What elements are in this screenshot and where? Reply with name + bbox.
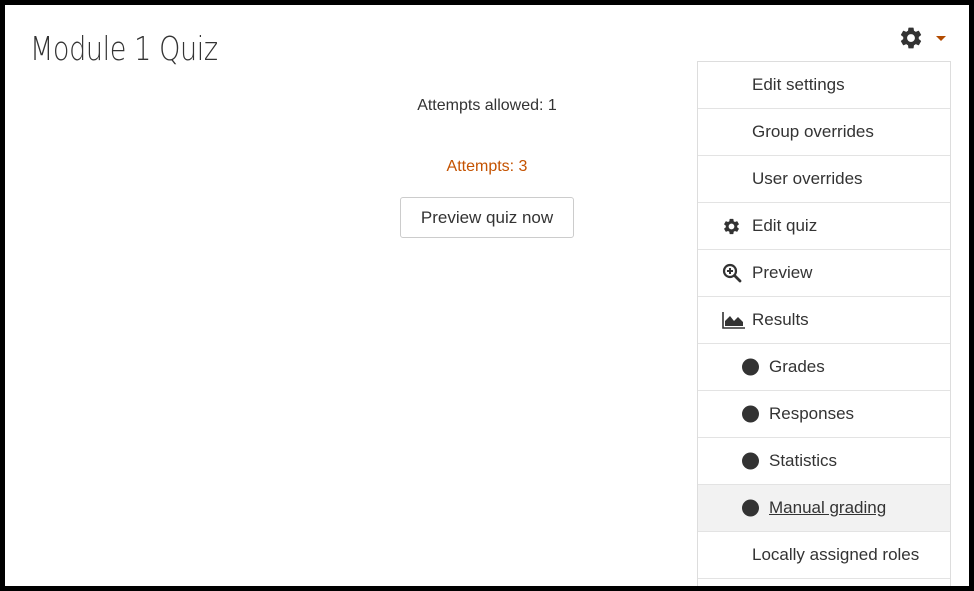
page-title: Module 1 Quiz xyxy=(30,29,218,68)
menu-item-edit-settings[interactable]: Edit settings xyxy=(698,62,950,109)
menu-item-manual-grading[interactable]: Manual grading xyxy=(698,485,950,532)
menu-item-label: Locally assigned roles xyxy=(752,545,920,564)
menu-item-group-overrides[interactable]: Group overrides xyxy=(698,109,950,156)
magnify-plus-icon xyxy=(722,263,746,283)
menu-item-locally-assigned-roles[interactable]: Locally assigned roles xyxy=(698,532,950,579)
bullet-icon xyxy=(742,358,759,376)
caret-down-icon xyxy=(936,35,946,41)
menu-item-label: Edit quiz xyxy=(752,216,818,235)
bullet-icon xyxy=(742,499,759,517)
menu-item-responses[interactable]: Responses xyxy=(698,391,950,438)
menu-item-label: User overrides xyxy=(752,169,863,188)
menu-item-label: Manual grading xyxy=(769,498,887,517)
menu-item-user-overrides[interactable]: User overrides xyxy=(698,156,950,203)
menu-item-label: Results xyxy=(752,310,809,329)
menu-item-label: Edit settings xyxy=(752,75,845,94)
preview-quiz-button[interactable]: Preview quiz now xyxy=(400,197,574,238)
area-chart-icon xyxy=(722,310,746,330)
menu-item-results[interactable]: Results xyxy=(698,297,950,344)
settings-menu-toggle[interactable] xyxy=(898,22,954,54)
bullet-icon xyxy=(742,452,759,470)
menu-item-preview[interactable]: Preview xyxy=(698,250,950,297)
menu-item-label: Responses xyxy=(769,404,855,423)
settings-dropdown-menu: Edit settings Group overrides User overr… xyxy=(697,61,951,586)
menu-item-grades[interactable]: Grades xyxy=(698,344,950,391)
menu-item-edit-quiz[interactable]: Edit quiz xyxy=(698,203,950,250)
menu-item-label: Grades xyxy=(769,357,825,376)
menu-item-label: Group overrides xyxy=(752,122,874,141)
menu-item-statistics[interactable]: Statistics xyxy=(698,438,950,485)
bullet-icon xyxy=(742,405,759,423)
menu-item-label: Statistics xyxy=(769,451,838,470)
gear-icon xyxy=(900,27,922,49)
menu-item-label: Preview xyxy=(752,263,813,282)
page-frame: Module 1 Quiz Attempts allowed: 1 Attemp… xyxy=(5,5,969,586)
gear-icon xyxy=(722,216,746,236)
